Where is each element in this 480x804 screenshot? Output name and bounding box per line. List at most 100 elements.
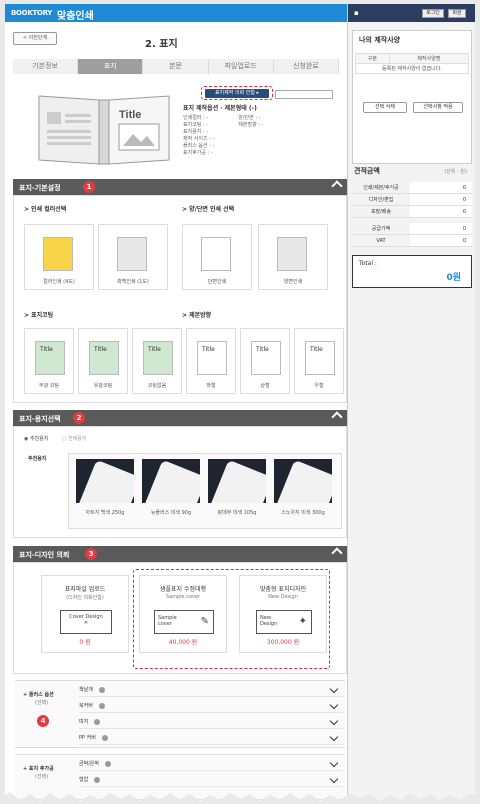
unit-label: (단위 : 원) (444, 169, 467, 175)
estimate-key: 공급가액 (352, 223, 410, 234)
prev-step-button[interactable]: < 이전단계 (13, 32, 57, 45)
option-row-bookcover[interactable]: 북커버 (79, 699, 343, 713)
table-header: 구분 (355, 53, 390, 64)
info-icon[interactable] (98, 702, 105, 709)
my-spec-panel: 나의 제작사양 구분 제작사양명 등록된 제작사양이 없습니다. 선택 삭제 선택… (352, 30, 472, 164)
coating-option-matte[interactable]: Title 무광 코팅 (24, 328, 74, 394)
estimate-value: 0 (462, 238, 466, 244)
spec-line: 제작 사이즈 : - (183, 136, 215, 142)
spec-line: 표지용지 : - (183, 129, 209, 135)
option-label: 우철 (314, 383, 324, 389)
chevron-down-icon[interactable] (329, 684, 339, 694)
design-title: 표지파일 업로드 (64, 586, 106, 593)
design-subtitle: (디자인 의뢰안함) (66, 595, 104, 601)
radio-recommended[interactable]: ◉ 추천용지 (24, 435, 48, 442)
option-row-band[interactable]: 띠지 (79, 715, 343, 729)
design-option-sample[interactable]: 샘플표지 수정대행 Sample cover Sample cover ✎ 40,… (139, 575, 227, 653)
chevron-up-icon[interactable] (331, 547, 343, 559)
step-basic-info: 기본정보 (13, 59, 79, 74)
color-option-color[interactable]: 컬러인쇄 (4도) (24, 224, 94, 290)
section-paper-header[interactable]: 표지-용지선택 2 (13, 410, 347, 426)
option-label: 양면인쇄 (283, 279, 303, 285)
design-title: 샘플표지 수정대행 (159, 586, 207, 593)
step-file-upload: 파일업로드 (208, 59, 274, 74)
design-price: 0 원 (79, 639, 91, 646)
coating-option-gloss[interactable]: Title 유광코팅 (78, 328, 128, 394)
book-title-icon: Title (35, 341, 65, 375)
section-basic-header[interactable]: 표지-기본설정 1 (13, 179, 347, 195)
design-option-new[interactable]: 맞춤형 표지디자인 New Design New Design ✦ 300,000… (239, 575, 327, 653)
chevron-up-icon[interactable] (331, 180, 343, 192)
design-request-field[interactable] (275, 90, 333, 99)
section-basic-title: 표지-기본설정 (19, 184, 61, 192)
info-icon[interactable] (94, 776, 101, 783)
estimate-key: VAT (352, 235, 410, 246)
page-title: 2. 표지 (145, 39, 178, 50)
info-icon[interactable] (101, 734, 108, 741)
design-subtitle: New Design (268, 594, 298, 600)
side-option-single[interactable]: 단면인쇄 (182, 224, 252, 290)
tools-icon: ✎ (200, 616, 209, 627)
coating-option-none[interactable]: Title 코팅없음 (132, 328, 182, 394)
double-side-icon (277, 237, 307, 271)
plus-option-sub: (선택) (35, 700, 49, 706)
book-title-icon: Title (89, 341, 119, 375)
option-row-emboss[interactable]: 형압 (79, 773, 343, 787)
radio-all[interactable]: ○ 전체용지 (62, 435, 86, 442)
coating-label: > 표지코팅 (24, 312, 54, 319)
binding-label: > 제본방향 (182, 312, 212, 319)
option-label: 코팅없음 (147, 383, 167, 389)
step-badge-3: 3 (85, 548, 97, 560)
paper-item-label: 뉴플러스 미색 90g (150, 510, 192, 516)
option-label: 유광코팅 (93, 383, 113, 389)
option-row-pp-cover[interactable]: PP 커버 (79, 731, 343, 745)
info-icon[interactable] (105, 760, 112, 767)
my-spec-title: 나의 제작사양 (359, 36, 401, 44)
chevron-down-icon[interactable] (329, 700, 339, 710)
brand-logo: BOOKTORY (11, 9, 53, 17)
login-button[interactable]: 로그인 (422, 9, 444, 18)
estimate-row: 공급가액 0 (352, 223, 472, 235)
estimate-key: 포장/배송 (352, 206, 410, 217)
spec-heading: 표지 제작옵션 · 제본형태 (-) (183, 105, 257, 112)
chevron-down-icon[interactable] (329, 732, 339, 742)
apply-selected-button[interactable]: 선택사항 적용 (413, 102, 463, 113)
color-option-mono[interactable]: 흑백인쇄 (1도) (98, 224, 168, 290)
binding-option-right[interactable]: Title 우철 (294, 328, 344, 394)
option-row-foil[interactable]: 금박/은박 (79, 757, 343, 771)
paper-item-3[interactable] (208, 459, 266, 503)
info-icon[interactable] (94, 718, 101, 725)
option-row-wing[interactable]: 책날개 (79, 683, 343, 697)
main-panel: BOOKTORY 맞춤인쇄 < 이전단계 2. 표지 기본정보 표지 본문 파일… (5, 4, 347, 804)
estimate-key: 인쇄/제본/후가공 (352, 182, 410, 193)
section-basic-body: > 인쇄 컬러선택 > 양/단면 인쇄 선택 컬러인쇄 (4도) 흑백인쇄 (1… (13, 195, 347, 403)
chevron-down-icon[interactable] (329, 758, 339, 768)
paper-item-2[interactable] (142, 459, 200, 503)
design-option-upload[interactable]: 표지파일 업로드 (디자인 의뢰안함) Cover Design ✕ 0 원 (41, 575, 129, 653)
top-bar: BOOKTORY 맞춤인쇄 (5, 4, 347, 22)
cover-preview-title: Title (119, 109, 141, 121)
plus-option-panel: + 플러스 옵션 (선택) 4 책날개 북커버 띠지 PP 커버 (15, 680, 345, 748)
chevron-up-icon[interactable] (331, 411, 343, 423)
spec-line: 표지코팅 : - (183, 122, 209, 128)
estimate-key: 디자인/편집 (352, 194, 410, 205)
magic-wand-icon: ✦ (298, 616, 307, 627)
design-box-label: Sample cover (158, 615, 177, 627)
paper-item-4[interactable] (274, 459, 332, 503)
estimate-value: 0 (462, 209, 466, 215)
binding-option-top[interactable]: Title 상철 (240, 328, 290, 394)
option-row-label: 책날개 (79, 687, 93, 693)
section-design-header[interactable]: 표지-디자인 의뢰 3 (13, 546, 347, 562)
join-button[interactable]: 회원 (448, 9, 466, 18)
design-box: New Design ✦ (256, 610, 312, 634)
paper-item-1[interactable] (76, 459, 134, 503)
chevron-down-icon[interactable] (329, 716, 339, 726)
book-title-icon: Title (197, 341, 227, 375)
side-option-double[interactable]: 양면인쇄 (258, 224, 328, 290)
no-design-request-button[interactable]: 표지제작 의뢰 안함 ▸ (205, 89, 269, 98)
my-spec-table: 구분 제작사양명 등록된 제작사양이 없습니다. (355, 53, 470, 74)
delete-selected-button[interactable]: 선택 삭제 (363, 102, 407, 113)
binding-option-left[interactable]: Title 좌철 (186, 328, 236, 394)
info-icon[interactable] (98, 686, 105, 693)
chevron-down-icon[interactable] (329, 774, 339, 784)
